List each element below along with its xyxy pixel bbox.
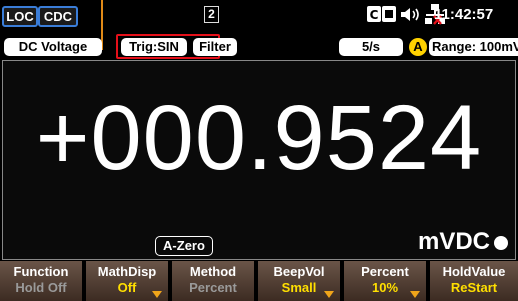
softkey-label: BeepVol xyxy=(273,264,325,279)
softkey-method[interactable]: Method Percent xyxy=(172,261,256,301)
range-label[interactable]: Range: 100mV xyxy=(429,38,518,56)
clock: 11:42:57 xyxy=(434,6,494,23)
dropdown-arrow-icon xyxy=(410,291,420,298)
softkey-label: MathDisp xyxy=(97,264,157,279)
keyboard-lock-icon: C xyxy=(367,6,396,22)
auto-range-icon: A xyxy=(409,38,427,56)
cdc-indicator: CDC xyxy=(38,6,78,27)
softkey-holdvalue[interactable]: HoldValue ReStart xyxy=(430,261,518,301)
measurement-unit: mVDC xyxy=(418,228,491,255)
status-dot-icon xyxy=(494,236,508,250)
dropdown-arrow-icon xyxy=(152,291,162,298)
softkey-function[interactable]: Function Hold Off xyxy=(0,261,84,301)
filter-label[interactable]: Filter xyxy=(193,38,237,56)
softkey-value: Percent xyxy=(189,280,237,295)
softkey-label: HoldValue xyxy=(442,264,506,279)
function-label[interactable]: DC Voltage xyxy=(4,38,102,56)
trigger-label[interactable]: Trig:SIN xyxy=(121,38,187,56)
softkey-beepvol[interactable]: BeepVol Small xyxy=(258,261,342,301)
softkey-label: Percent xyxy=(361,264,409,279)
softkey-percent[interactable]: Percent 10% xyxy=(344,261,428,301)
azero-indicator: A-Zero xyxy=(155,236,213,256)
svg-text:C: C xyxy=(370,8,379,22)
page-number: 2 xyxy=(204,6,219,23)
softkey-value: ReStart xyxy=(450,280,498,295)
softkey-label: Method xyxy=(189,264,237,279)
rate-label[interactable]: 5/s xyxy=(339,38,403,56)
dropdown-arrow-icon xyxy=(324,291,334,298)
softkey-label: Function xyxy=(13,264,69,279)
loc-indicator: LOC xyxy=(2,6,38,27)
measurement-reading: +000.9524 xyxy=(35,87,483,189)
status-bar: LOC CDC 2 C 11:42:57 xyxy=(0,0,518,39)
speaker-icon xyxy=(401,8,419,21)
softkey-value: Hold Off xyxy=(15,280,67,295)
softkey-mathdisp[interactable]: MathDisp Off xyxy=(86,261,170,301)
